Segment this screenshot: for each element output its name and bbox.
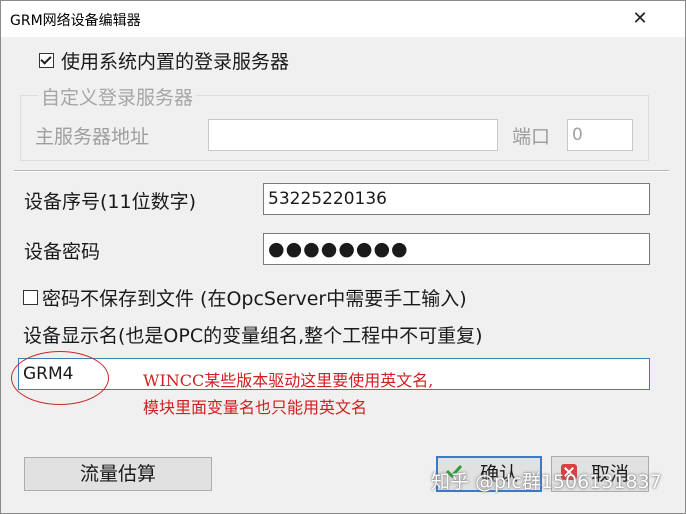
annotation-line-2: 模块里面变量名也只能用英文名 [143, 398, 368, 417]
device-serial-input[interactable]: 53225220136 [263, 183, 650, 215]
server-address-label: 主服务器地址 [35, 126, 150, 148]
grm-device-editor-dialog: GRM网络设备编辑器 ✕ 使用系统内置的登录服务器 自定义登录服务器 主服务器地… [0, 0, 686, 514]
annotation-ellipse [11, 351, 109, 405]
custom-login-legend: 自定义登录服务器 [38, 83, 197, 110]
device-password-input[interactable]: ●●●●●●●● [263, 233, 650, 265]
separator [14, 170, 669, 172]
traffic-estimate-label: 流量估算 [79, 463, 156, 485]
title-bar: GRM网络设备编辑器 ✕ [1, 1, 685, 37]
device-serial-label: 设备序号(11位数字) [24, 191, 197, 213]
device-password-label: 设备密码 [24, 241, 101, 263]
display-name-label: 设备显示名(也是OPC的变量组名,整个工程中不可重复) [23, 325, 483, 347]
close-icon[interactable]: ✕ [626, 5, 654, 33]
traffic-estimate-button[interactable]: 流量估算 [24, 457, 212, 491]
port-label: 端口 [512, 126, 551, 148]
window-title: GRM网络设备编辑器 [10, 13, 141, 29]
server-address-input[interactable] [208, 119, 498, 151]
use-builtin-login-checkbox[interactable] [39, 53, 54, 68]
annotation-line-1: WINCC某些版本驱动这里要使用英文名, [143, 371, 434, 390]
watermark-text: 知乎 @plc群1506131837 [431, 471, 662, 493]
port-input[interactable]: 0 [567, 119, 633, 151]
no-save-password-label: 密码不保存到文件 (在OpcServer中需要手工输入) [42, 288, 467, 310]
no-save-password-checkbox[interactable] [23, 290, 38, 305]
use-builtin-login-label: 使用系统内置的登录服务器 [61, 51, 290, 73]
